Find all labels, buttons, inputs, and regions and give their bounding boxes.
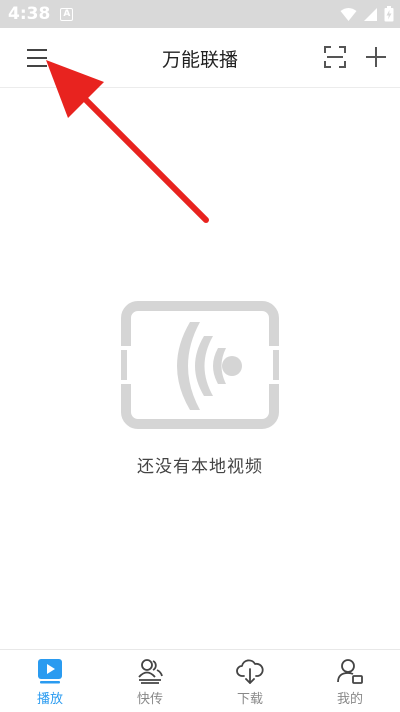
tab-label: 播放 [36, 692, 63, 707]
app-header: 万能联播 [0, 28, 400, 88]
transfer-users-icon [138, 659, 163, 684]
notification-icon: A [60, 7, 74, 21]
cloud-download-icon [236, 659, 264, 684]
empty-state-illustration [118, 300, 282, 430]
status-bar: 4:38 A [0, 0, 400, 28]
status-icons [340, 6, 394, 22]
plus-icon [366, 47, 386, 67]
scan-button[interactable] [322, 44, 348, 70]
wireless-screen-icon [118, 301, 282, 429]
tab-play[interactable]: 播放 [0, 650, 100, 712]
battery-icon [384, 6, 394, 22]
tab-mine[interactable]: 我的 [300, 650, 400, 712]
tab-transfer[interactable]: 快传 [100, 650, 200, 712]
signal-icon [364, 7, 377, 21]
add-button[interactable] [362, 43, 390, 71]
tab-label: 我的 [336, 692, 363, 707]
empty-state-message: 还没有本地视频 [137, 457, 263, 477]
tab-label: 下载 [236, 692, 263, 707]
status-time: 4:38 [8, 4, 51, 24]
scan-icon [324, 46, 346, 68]
tab-label: 快传 [136, 692, 163, 707]
wifi-icon [340, 7, 357, 21]
profile-icon [337, 659, 363, 684]
bottom-tab-bar: 播放 快传 下载 我的 [0, 649, 400, 712]
play-icon [38, 659, 62, 684]
tab-download[interactable]: 下载 [200, 650, 300, 712]
